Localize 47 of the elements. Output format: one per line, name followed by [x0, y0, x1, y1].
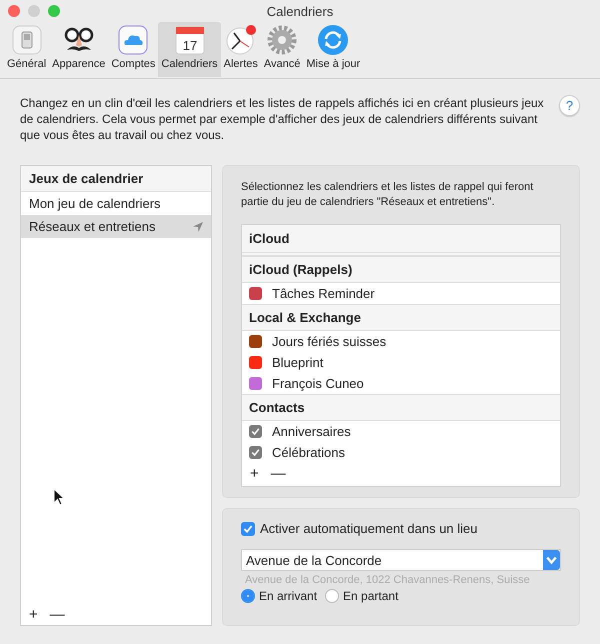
calendar-name: Blueprint	[272, 355, 324, 370]
location-combo-box[interactable]: Avenue de la Concorde	[241, 549, 561, 571]
calendar-name: Jours fériés suisses	[272, 334, 386, 349]
radio-label: En partant	[343, 589, 398, 603]
gear-icon	[265, 23, 300, 57]
pointer-cursor-icon	[53, 488, 65, 506]
close-button[interactable]	[8, 5, 20, 17]
zoom-button[interactable]	[48, 5, 60, 17]
add-button[interactable]: +	[248, 465, 261, 482]
remove-button[interactable]: —	[48, 606, 67, 623]
switch-icon	[10, 23, 44, 57]
group-header: Local & Exchange	[242, 304, 560, 331]
instructions-text: Sélectionnez les calendriers et les listes de rappel qui feront partie du jeu de calendriers "Réseaux et entretiens".	[241, 180, 534, 210]
cloud-icon	[116, 23, 150, 57]
calendar-name: Tâches Reminder	[272, 286, 375, 301]
alarm-clock-icon	[224, 23, 258, 57]
group-header: iCloud (Rappels)	[242, 256, 560, 283]
toolbar-tab[interactable]: Général	[4, 22, 50, 77]
window-title: Calendriers	[266, 4, 334, 18]
address-text: Avenue de la Concorde, 1022 Chavannes-Renens, Suisse	[244, 574, 531, 586]
checkbox[interactable]	[241, 522, 255, 536]
group-header: iCloud	[242, 225, 560, 256]
help-button[interactable]: ?	[559, 95, 580, 116]
checkbox[interactable]	[249, 425, 262, 438]
radio-button[interactable]	[241, 589, 255, 603]
checkbox[interactable]	[249, 446, 262, 459]
checkbox-label: Activer automatiquement dans un lieu	[260, 521, 478, 536]
radio-label: En arrivant	[259, 589, 318, 603]
refresh-icon	[316, 23, 350, 57]
calendar-name: François Cuneo	[272, 376, 364, 391]
calendar-set-item[interactable]: Réseaux et entretiens	[21, 215, 211, 238]
add-button[interactable]: +	[27, 606, 40, 623]
toolbar-tab[interactable]: 17 Calendriers	[158, 22, 221, 77]
list-header: Jeux de calendrier	[21, 166, 211, 192]
calendar-set-item[interactable]: Mon jeu de calendriers	[21, 192, 211, 215]
toolbar-tab[interactable]: Mise à jour	[303, 22, 364, 77]
group-header: Contacts	[242, 394, 560, 421]
calendar-name: Célébrations	[272, 445, 345, 460]
radio-button[interactable]	[325, 589, 340, 603]
toolbar-tab[interactable]: Comptes	[108, 22, 158, 77]
location-arrow-icon	[193, 222, 203, 232]
toolbar-tab[interactable]: Alertes	[220, 22, 261, 77]
toolbar-tab[interactable]: Apparence	[49, 22, 108, 77]
description-text: Changez en un clin d'œil les calendriers et les listes de rappels affichés ici en créant plusieurs jeux de calendriers. Cela vous permet par exemple d'afficher des jeux de calendriers différents suivant que vous êtes au travail ou chez vous.	[20, 95, 545, 143]
remove-button[interactable]: —	[268, 465, 288, 482]
toolbar-tab[interactable]: Avancé	[260, 22, 304, 77]
calendar-name: Anniversaires	[272, 424, 351, 439]
